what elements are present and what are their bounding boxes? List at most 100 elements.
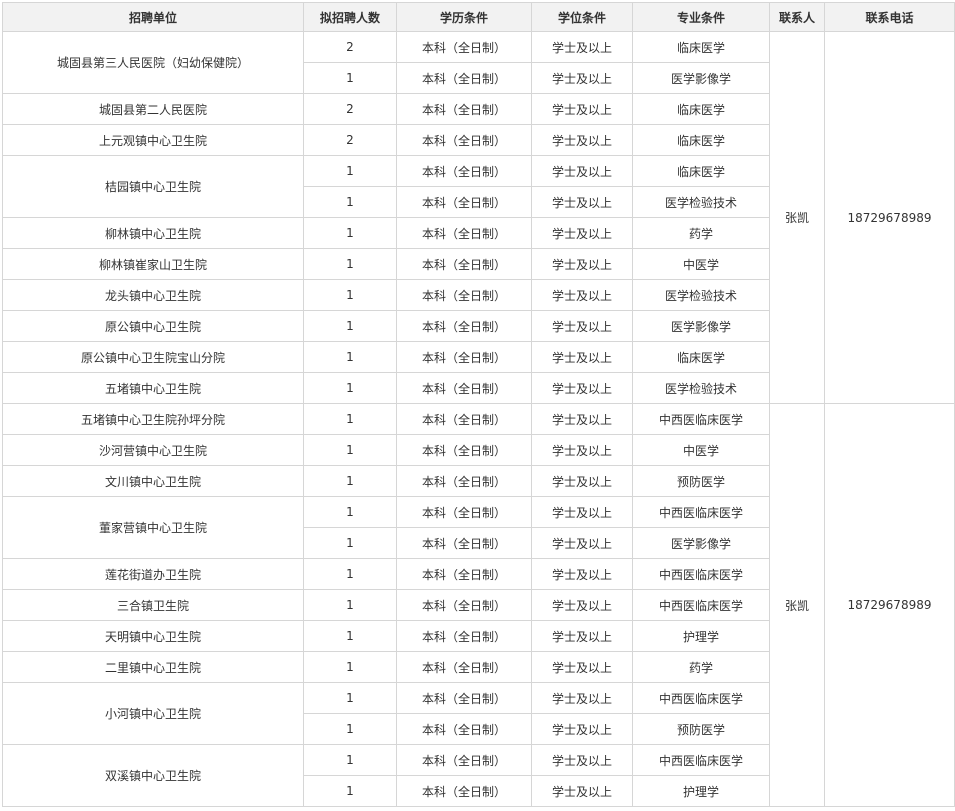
major-cell: 药学 — [632, 217, 770, 249]
major-cell: 临床医学 — [632, 341, 770, 373]
unit-cell: 上元观镇中心卫生院 — [2, 124, 304, 156]
major-cell: 中医学 — [632, 248, 770, 280]
count-cell: 1 — [303, 434, 397, 466]
count-cell: 1 — [303, 527, 397, 559]
unit-cell: 原公镇中心卫生院宝山分院 — [2, 341, 304, 373]
major-cell: 中西医临床医学 — [632, 558, 770, 590]
count-cell: 1 — [303, 713, 397, 745]
education-cell: 本科（全日制） — [396, 651, 532, 683]
degree-cell: 学士及以上 — [531, 558, 633, 590]
degree-cell: 学士及以上 — [531, 62, 633, 94]
unit-cell: 天明镇中心卫生院 — [2, 620, 304, 652]
education-cell: 本科（全日制） — [396, 217, 532, 249]
unit-cell: 五堵镇中心卫生院孙坪分院 — [2, 403, 304, 435]
unit-cell: 董家营镇中心卫生院 — [2, 496, 304, 559]
degree-cell: 学士及以上 — [531, 403, 633, 435]
contact-cell: 张凯 — [769, 31, 825, 404]
education-cell: 本科（全日制） — [396, 465, 532, 497]
major-cell: 中西医临床医学 — [632, 744, 770, 776]
table-body: 城固县第三人民医院（妇幼保健院） 2 本科（全日制） 学士及以上 临床医学 张凯… — [2, 31, 955, 807]
education-cell: 本科（全日制） — [396, 155, 532, 187]
unit-cell: 龙头镇中心卫生院 — [2, 279, 304, 311]
education-cell: 本科（全日制） — [396, 775, 532, 807]
major-cell: 中医学 — [632, 434, 770, 466]
count-cell: 2 — [303, 93, 397, 125]
count-cell: 1 — [303, 465, 397, 497]
degree-cell: 学士及以上 — [531, 620, 633, 652]
header-education: 学历条件 — [396, 2, 532, 32]
degree-cell: 学士及以上 — [531, 124, 633, 156]
unit-cell: 城固县第三人民医院（妇幼保健院） — [2, 31, 304, 94]
count-cell: 1 — [303, 155, 397, 187]
degree-cell: 学士及以上 — [531, 372, 633, 404]
unit-cell: 五堵镇中心卫生院 — [2, 372, 304, 404]
major-cell: 药学 — [632, 651, 770, 683]
education-cell: 本科（全日制） — [396, 744, 532, 776]
education-cell: 本科（全日制） — [396, 558, 532, 590]
degree-cell: 学士及以上 — [531, 589, 633, 621]
major-cell: 临床医学 — [632, 31, 770, 63]
unit-cell: 小河镇中心卫生院 — [2, 682, 304, 745]
education-cell: 本科（全日制） — [396, 620, 532, 652]
unit-cell: 三合镇卫生院 — [2, 589, 304, 621]
unit-cell: 城固县第二人民医院 — [2, 93, 304, 125]
degree-cell: 学士及以上 — [531, 775, 633, 807]
major-cell: 护理学 — [632, 775, 770, 807]
education-cell: 本科（全日制） — [396, 248, 532, 280]
count-cell: 2 — [303, 124, 397, 156]
recruitment-table: 招聘单位 拟招聘人数 学历条件 学位条件 专业条件 联系人 联系电话 城固县第三… — [2, 2, 955, 807]
header-phone: 联系电话 — [824, 2, 955, 32]
major-cell: 医学影像学 — [632, 310, 770, 342]
header-row: 招聘单位 拟招聘人数 学历条件 学位条件 专业条件 联系人 联系电话 — [2, 2, 955, 32]
degree-cell: 学士及以上 — [531, 217, 633, 249]
major-cell: 临床医学 — [632, 124, 770, 156]
degree-cell: 学士及以上 — [531, 465, 633, 497]
education-cell: 本科（全日制） — [396, 93, 532, 125]
degree-cell: 学士及以上 — [531, 93, 633, 125]
major-cell: 中西医临床医学 — [632, 403, 770, 435]
unit-cell: 莲花街道办卫生院 — [2, 558, 304, 590]
major-cell: 预防医学 — [632, 713, 770, 745]
count-cell: 1 — [303, 744, 397, 776]
education-cell: 本科（全日制） — [396, 341, 532, 373]
major-cell: 中西医临床医学 — [632, 682, 770, 714]
count-cell: 1 — [303, 620, 397, 652]
header-unit: 招聘单位 — [2, 2, 304, 32]
education-cell: 本科（全日制） — [396, 310, 532, 342]
major-cell: 中西医临床医学 — [632, 496, 770, 528]
major-cell: 医学检验技术 — [632, 279, 770, 311]
major-cell: 医学检验技术 — [632, 372, 770, 404]
degree-cell: 学士及以上 — [531, 155, 633, 187]
count-cell: 2 — [303, 31, 397, 63]
major-cell: 医学检验技术 — [632, 186, 770, 218]
education-cell: 本科（全日制） — [396, 124, 532, 156]
count-cell: 1 — [303, 651, 397, 683]
count-cell: 1 — [303, 310, 397, 342]
education-cell: 本科（全日制） — [396, 527, 532, 559]
unit-cell: 双溪镇中心卫生院 — [2, 744, 304, 807]
degree-cell: 学士及以上 — [531, 496, 633, 528]
degree-cell: 学士及以上 — [531, 31, 633, 63]
table-row: 五堵镇中心卫生院孙坪分院 1 本科（全日制） 学士及以上 中西医临床医学 张凯 … — [2, 403, 955, 807]
education-cell: 本科（全日制） — [396, 403, 532, 435]
major-cell: 临床医学 — [632, 155, 770, 187]
count-cell: 1 — [303, 372, 397, 404]
unit-cell: 文川镇中心卫生院 — [2, 465, 304, 497]
count-cell: 1 — [303, 248, 397, 280]
count-cell: 1 — [303, 186, 397, 218]
major-cell: 中西医临床医学 — [632, 589, 770, 621]
phone-cell: 18729678989 — [824, 403, 955, 807]
count-cell: 1 — [303, 775, 397, 807]
education-cell: 本科（全日制） — [396, 62, 532, 94]
degree-cell: 学士及以上 — [531, 248, 633, 280]
unit-cell: 柳林镇崔家山卫生院 — [2, 248, 304, 280]
education-cell: 本科（全日制） — [396, 434, 532, 466]
count-cell: 1 — [303, 682, 397, 714]
header-count: 拟招聘人数 — [303, 2, 397, 32]
table-header: 招聘单位 拟招聘人数 学历条件 学位条件 专业条件 联系人 联系电话 — [2, 2, 955, 32]
header-contact: 联系人 — [769, 2, 825, 32]
degree-cell: 学士及以上 — [531, 434, 633, 466]
table-row: 城固县第三人民医院（妇幼保健院） 2 本科（全日制） 学士及以上 临床医学 张凯… — [2, 31, 955, 404]
education-cell: 本科（全日制） — [396, 31, 532, 63]
count-cell: 1 — [303, 403, 397, 435]
